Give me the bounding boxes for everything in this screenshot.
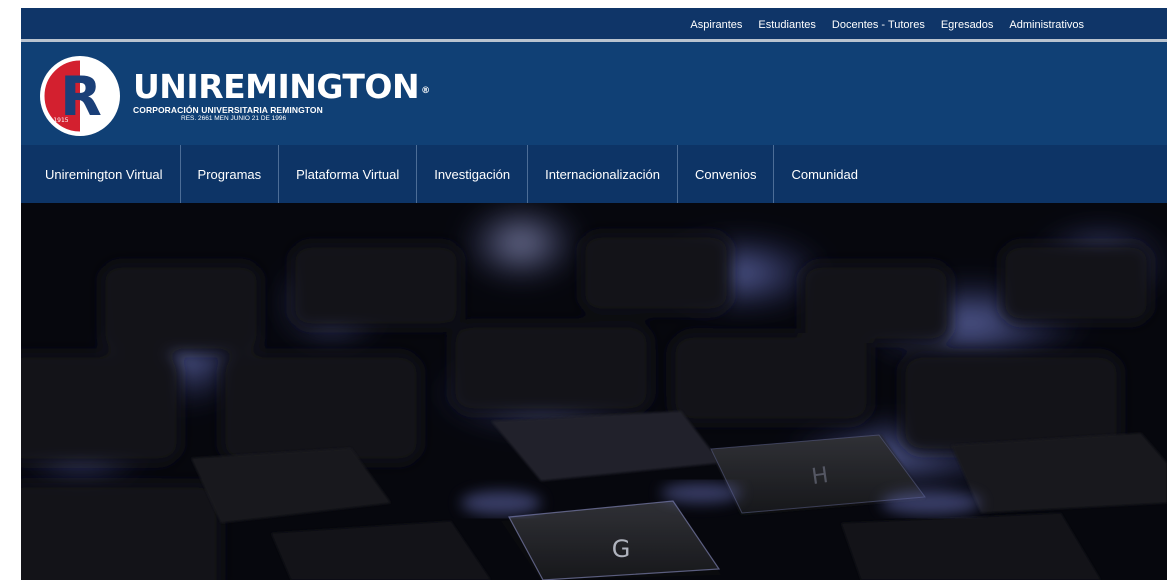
uniremington-emblem-icon: R 1915 bbox=[40, 56, 120, 136]
hero-banner: H G bbox=[21, 203, 1167, 580]
nav-item-internacionalizacion[interactable]: Internacionalización bbox=[528, 145, 679, 203]
emblem-year: 1915 bbox=[53, 117, 68, 124]
nav-item-programas[interactable]: Programas bbox=[181, 145, 280, 203]
registered-mark: ® bbox=[421, 85, 430, 96]
nav-item-uniremington-virtual[interactable]: Uniremington Virtual bbox=[21, 145, 181, 203]
logo-subtitle: CORPORACIÓN UNIVERSITARIA REMINGTON bbox=[133, 104, 323, 115]
nav-item-plataforma-virtual[interactable]: Plataforma Virtual bbox=[279, 145, 418, 203]
site-logo[interactable]: R 1915 UNIREMINGTON ® CORPORACIÓN UNIVERS… bbox=[39, 55, 430, 137]
logo-brand: UNIREMINGTON ® bbox=[133, 66, 430, 106]
utility-bar: Aspirantes Estudiantes Docentes - Tutore… bbox=[21, 8, 1167, 42]
utility-nav: Aspirantes Estudiantes Docentes - Tutore… bbox=[690, 8, 1084, 42]
page: Aspirantes Estudiantes Docentes - Tutore… bbox=[0, 0, 1167, 580]
utility-link-estudiantes[interactable]: Estudiantes bbox=[758, 19, 815, 31]
nav-item-convenios[interactable]: Convenios bbox=[678, 145, 775, 203]
logo-resolution: RES. 2661 MEN JUNIO 21 DE 1996 bbox=[181, 114, 287, 122]
utility-link-docentes-tutores[interactable]: Docentes - Tutores bbox=[832, 19, 925, 31]
main-nav: Uniremington Virtual Programas Plataform… bbox=[21, 145, 1167, 203]
utility-link-aspirantes[interactable]: Aspirantes bbox=[690, 19, 742, 31]
site-container: Aspirantes Estudiantes Docentes - Tutore… bbox=[21, 8, 1167, 580]
hero-keyboard-image: H G bbox=[21, 203, 1167, 580]
nav-item-comunidad[interactable]: Comunidad bbox=[774, 145, 875, 203]
site-header: R 1915 UNIREMINGTON ® CORPORACIÓN UNIVERS… bbox=[21, 42, 1167, 145]
utility-link-administrativos[interactable]: Administrativos bbox=[1009, 19, 1084, 31]
nav-item-investigacion[interactable]: Investigación bbox=[417, 145, 529, 203]
logo-brand-text: UNIREMINGTON bbox=[133, 66, 420, 106]
logo-wordmark: UNIREMINGTON ® CORPORACIÓN UNIVERSITARIA … bbox=[133, 66, 430, 123]
utility-link-egresados[interactable]: Egresados bbox=[941, 19, 994, 31]
